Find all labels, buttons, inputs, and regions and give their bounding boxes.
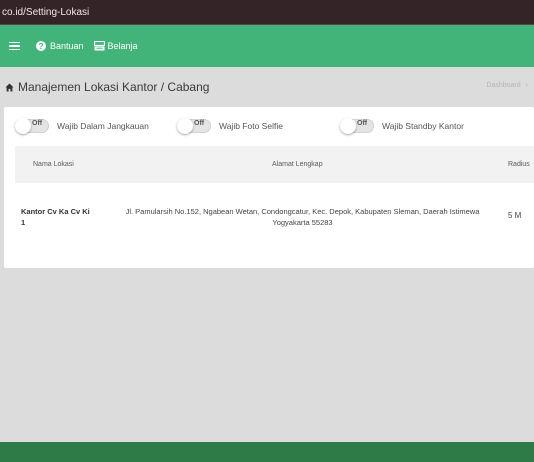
settings-toggles: Off Wajib Dalam Jangkauan Off Wajib Foto… bbox=[4, 107, 534, 145]
column-header-radius: Radius bbox=[508, 161, 530, 168]
help-nav-item[interactable]: ? Bantuan bbox=[36, 41, 84, 51]
toggle-state: Off bbox=[32, 120, 43, 127]
page-title: Manajemen Lokasi Kantor / Cabang bbox=[18, 80, 210, 94]
toggle-label: Wajib Dalam Jangkauan bbox=[57, 121, 149, 131]
toggle-label: Wajib Standby Kantor bbox=[382, 121, 464, 131]
cell-radius: 5 M bbox=[508, 211, 522, 220]
cell-address: Jl. Pamularsih No.152, Ngabean Wetan, Co… bbox=[125, 207, 480, 227]
toggle-state: Off bbox=[194, 120, 205, 127]
breadcrumb-chevron-icon: › bbox=[525, 82, 528, 89]
footer-bar bbox=[0, 442, 534, 462]
cell-location-name: Kantor Cv Ka Cv Ki 1 bbox=[21, 207, 90, 227]
toggle-knob bbox=[15, 118, 31, 134]
location-table: Nama Lokasi Alamat Lengkap Radius Kantor… bbox=[15, 146, 534, 249]
home-icon bbox=[5, 82, 14, 92]
toggle-wajib-foto-selfie[interactable]: Off Wajib Foto Selfie bbox=[177, 118, 283, 134]
help-icon: ? bbox=[36, 41, 46, 51]
shop-nav-item[interactable]: Belanja bbox=[93, 41, 138, 51]
toggle-knob bbox=[177, 118, 193, 134]
shop-label: Belanja bbox=[107, 41, 138, 51]
toggle-state: Off bbox=[357, 120, 368, 127]
table-row[interactable]: Kantor Cv Ka Cv Ki 1 Jl. Pamularsih No.1… bbox=[15, 183, 534, 249]
breadcrumb-dashboard-link[interactable]: Dashboard bbox=[486, 82, 520, 89]
toggle-knob bbox=[340, 118, 356, 134]
location-card: Off Wajib Dalam Jangkauan Off Wajib Foto… bbox=[4, 107, 534, 268]
top-navbar: ? Bantuan Belanja bbox=[0, 25, 534, 67]
toggle-label: Wajib Foto Selfie bbox=[219, 121, 283, 131]
help-label: Bantuan bbox=[50, 41, 84, 51]
column-header-alamat-lengkap: Alamat Lengkap bbox=[272, 161, 323, 168]
table-header: Nama Lokasi Alamat Lengkap Radius bbox=[15, 146, 534, 183]
browser-url-bar[interactable]: co.id/Setting-Lokasi bbox=[0, 0, 534, 25]
toggle-wajib-standby-kantor[interactable]: Off Wajib Standby Kantor bbox=[340, 118, 464, 134]
url-text: co.id/Setting-Lokasi bbox=[2, 7, 90, 18]
toggle-wajib-dalam-jangkauan[interactable]: Off Wajib Dalam Jangkauan bbox=[15, 118, 149, 134]
column-header-nama-lokasi: Nama Lokasi bbox=[33, 161, 74, 168]
hamburger-menu-icon[interactable] bbox=[9, 41, 20, 51]
breadcrumb[interactable]: Dashboard › bbox=[486, 82, 528, 89]
toggle-switch[interactable]: Off bbox=[177, 118, 211, 134]
page-header: Manajemen Lokasi Kantor / Cabang Dashboa… bbox=[0, 67, 534, 107]
register-icon bbox=[93, 41, 105, 51]
toggle-switch[interactable]: Off bbox=[340, 118, 374, 134]
toggle-switch[interactable]: Off bbox=[15, 118, 49, 134]
